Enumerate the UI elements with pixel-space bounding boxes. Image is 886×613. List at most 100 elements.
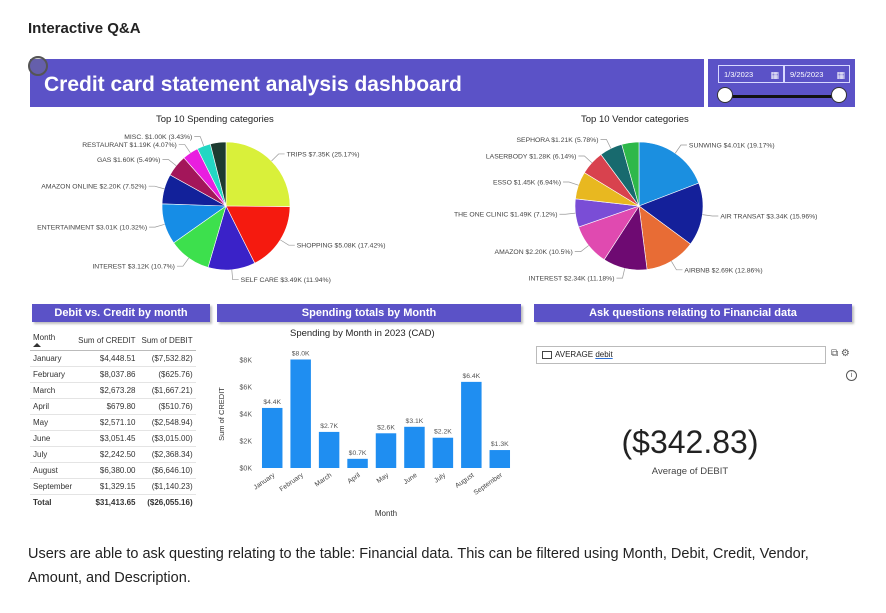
vendor-pie-leader-line [600,139,612,149]
qa-question-input[interactable]: AVERAGE debit [536,346,826,364]
spending-totals-header: Spending totals by Month [217,304,521,322]
vendor-pie-leader-line [674,144,687,154]
bar[interactable] [432,437,454,468]
debit-cell: ($6,646.10) [138,462,196,479]
month-cell: June [30,430,76,447]
table-row[interactable]: May $2,571.10 ($2,548.94) [30,414,196,431]
x-tick-label: February [279,472,306,494]
bar[interactable] [461,381,482,468]
x-tick-label: March [314,472,334,489]
bar-data-label: $2.2K [434,429,452,436]
bar[interactable] [318,431,340,468]
spending-pie-slice-label: SHOPPING $5.08K (17.42%) [297,243,386,250]
chat-icon [542,351,552,359]
debit-credit-table: Month Sum of CREDIT Sum of DEBIT January… [30,330,196,510]
date-slider-track[interactable] [722,95,841,98]
focus-mode-icon[interactable] [28,56,48,76]
spending-pie-leader-line [176,257,190,267]
month-cell: January [30,350,76,367]
table-row[interactable]: July $2,242.50 ($2,368.34) [30,446,196,463]
credit-cell: $2,242.50 [75,446,139,463]
vendor-pie-slice-label: INTEREST $2.34K (11.18%) [529,276,615,283]
debit-cell: ($2,368.34) [138,446,196,463]
credit-cell: $8,037.86 [75,366,139,383]
vendor-pie-slice-label: SUNWING $4.01K (19.17%) [689,143,775,150]
table-row[interactable]: April $679.80 ($510.76) [30,398,196,415]
vendor-pie-slice-label: AIRBNB $2.69K (12.86%) [684,267,762,274]
bar-data-label: $2.6K [377,424,395,431]
table-row[interactable]: January $4,448.51 ($7,532.82) [30,350,196,367]
vendor-pie-leader-line [671,261,683,271]
debit-cell: ($1,667.21) [138,382,196,399]
page-description: Users are able to ask questing relating … [28,546,809,586]
vendor-pie-slice-label: THE ONE CLINIC $1.49K (7.12%) [454,212,558,219]
start-date-input[interactable]: 1/3/2023 ▦ [718,65,784,83]
vendor-pie-leader-line [578,155,593,164]
x-tick-label: April [347,472,363,486]
spending-pie-leader-line [271,153,285,162]
vendor-pie-leader-line [574,245,589,252]
spending-pie-slice-label: GAS $1.60K (5.49%) [97,157,160,164]
credit-cell: $1,329.15 [75,478,139,495]
end-date-input[interactable]: 9/25/2023 ▦ [784,65,850,83]
start-date-value: 1/3/2023 [724,70,754,79]
info-icon[interactable]: i [846,370,857,381]
bar-data-label: $8.0K [292,350,310,357]
credit-cell: $2,571.10 [75,414,139,431]
bar[interactable] [290,359,311,468]
column-header-month[interactable]: Month [30,330,76,351]
table-row[interactable]: June $3,051.45 ($3,015.00) [30,430,196,447]
qa-header: Ask questions relating to Financial data [534,304,852,322]
spending-pie-slice[interactable] [225,141,291,207]
vendor-pie-leader-line [702,214,719,217]
date-slider-end-handle[interactable] [831,87,847,103]
month-cell: July [30,446,76,463]
total-label: Total [30,494,76,510]
credit-cell: $2,673.28 [75,382,139,399]
x-tick-label: July [433,472,447,485]
vendor-pie-slice-label: ESSO $1.45K (6.94%) [493,179,561,186]
x-tick-label: May [376,472,391,485]
settings-icon[interactable]: ⚙ [841,348,850,359]
bar[interactable] [404,426,425,468]
spending-pie-title: Top 10 Spending categories [156,114,274,125]
qa-result-caption: Average of DEBIT [651,466,729,477]
table-row[interactable]: March $2,673.28 ($1,667.21) [30,382,196,399]
vendor-pie-leader-line [559,212,576,215]
calendar-icon[interactable]: ▦ [770,66,779,84]
x-tick-label: June [402,472,418,486]
spending-pie-leader-line [194,136,205,147]
column-header-debit[interactable]: Sum of DEBIT [138,330,196,351]
column-header-credit[interactable]: Sum of CREDIT [75,330,139,351]
bar[interactable] [261,407,283,468]
bar-data-label: $2.7K [320,423,338,430]
qa-query-prefix: AVERAGE [555,350,596,359]
month-cell: May [30,414,76,431]
date-slider-start-handle[interactable] [717,87,733,103]
table-row[interactable]: February $8,037.86 ($625.76) [30,366,196,383]
vendor-pie-title: Top 10 Vendor categories [581,114,689,125]
calendar-icon[interactable]: ▦ [836,66,845,84]
table-row[interactable]: August $6,380.00 ($6,646.10) [30,462,196,479]
credit-cell: $4,448.51 [75,350,139,367]
debit-cell: ($1,140.23) [138,478,196,495]
y-tick-label: $2K [240,439,253,446]
bar[interactable] [375,433,397,468]
bar[interactable] [489,450,511,468]
qa-result-value: ($342.83) [621,424,759,460]
sort-ascending-icon[interactable] [33,343,41,347]
credit-cell: $679.80 [75,398,139,415]
spending-bar-chart: $0K $2K $4K $6K $8K Sum of CREDIT $4.4K January… [217,350,511,518]
page-heading: Interactive Q&A [28,20,141,37]
table-row[interactable]: September $1,329.15 ($1,140.23) [30,478,196,495]
vendor-pie-slice-label: SEPHORA $1.21K (5.78%) [517,137,599,144]
bar-data-label: $1.3K [491,441,509,448]
turn-into-visual-icon[interactable]: ⧉ [831,348,838,359]
bar-data-label: $3.1K [406,418,424,425]
credit-cell: $6,380.00 [75,462,139,479]
vendor-pie-leader-line [563,181,579,186]
table-total-row: Total $31,413.65 ($26,055.16) [30,494,196,510]
table-header-row: Month Sum of CREDIT Sum of DEBIT [30,330,196,351]
bar[interactable] [347,458,368,468]
dashboard-title: Credit card statement analysis dashboard [30,59,704,107]
